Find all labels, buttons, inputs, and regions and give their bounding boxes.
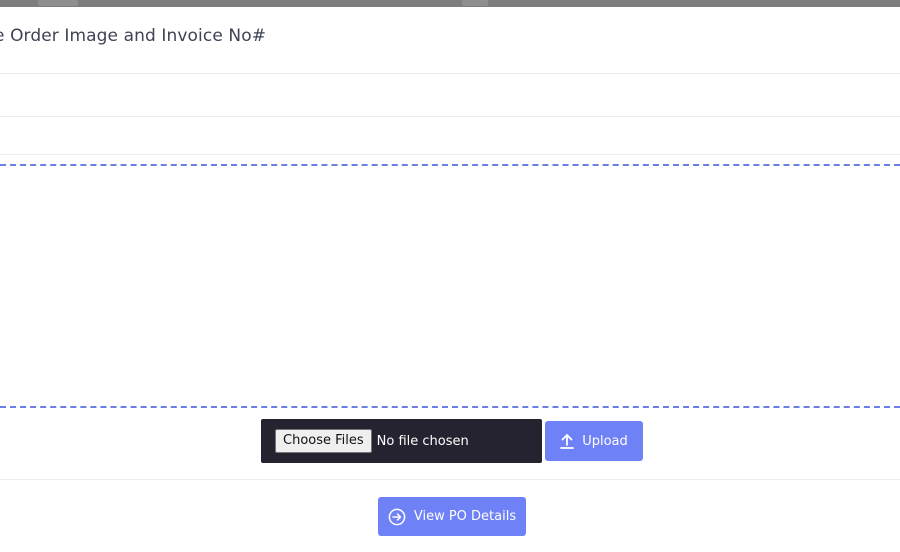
footer-divider bbox=[0, 479, 900, 480]
upload-arrow-icon bbox=[560, 433, 575, 449]
background-text-fragment bbox=[462, 0, 488, 6]
upload-button-label: Upload bbox=[582, 433, 628, 449]
title-divider bbox=[0, 73, 900, 74]
dropzone-bottom-border bbox=[0, 406, 900, 408]
row-divider bbox=[0, 116, 900, 117]
choose-files-button[interactable]: Choose Files bbox=[275, 429, 372, 453]
file-dropzone[interactable] bbox=[0, 167, 900, 407]
row-divider bbox=[0, 154, 900, 155]
background-overlay-strip bbox=[0, 0, 900, 7]
background-text-fragment bbox=[38, 0, 78, 6]
circle-arrow-right-icon bbox=[388, 508, 406, 526]
file-status-text: No file chosen bbox=[376, 433, 469, 449]
dropzone-top-border bbox=[0, 164, 900, 166]
modal-title: e Order Image and Invoice No# bbox=[0, 26, 267, 46]
view-po-details-label: View PO Details bbox=[413, 509, 517, 524]
upload-button[interactable]: Upload bbox=[545, 421, 643, 461]
view-po-details-button[interactable]: View PO Details bbox=[378, 497, 526, 536]
file-input[interactable]: Choose Files No file chosen bbox=[261, 419, 542, 463]
